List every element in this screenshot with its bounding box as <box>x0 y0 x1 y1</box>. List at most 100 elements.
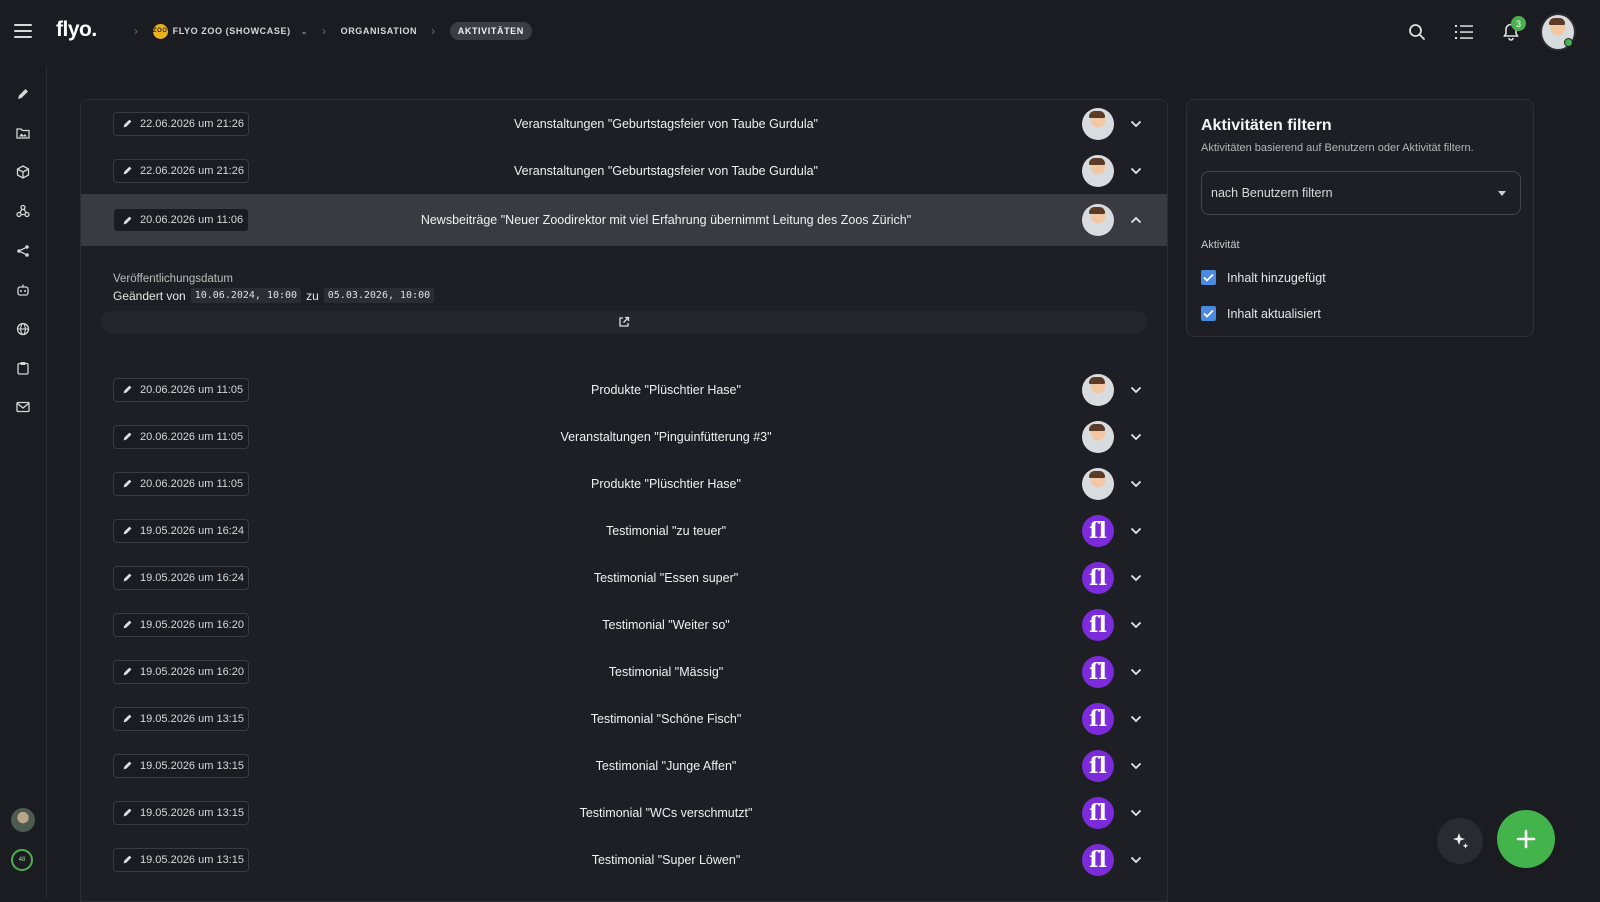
pencil-icon <box>122 572 133 583</box>
activity-row[interactable]: 19.05.2026 um 13:15 Testimonial "Junge Af… <box>81 742 1167 789</box>
chevron-down-icon[interactable] <box>1127 757 1145 775</box>
clipboard-icon[interactable] <box>14 359 32 377</box>
chevron-down-icon[interactable] <box>1127 475 1145 493</box>
external-link-icon <box>619 316 630 327</box>
activity-row[interactable]: 20.06.2026 um 11:05 Produkte "Plüschtier … <box>81 366 1167 413</box>
mail-icon[interactable] <box>14 398 32 416</box>
activity-date-chip: 20.06.2026 um 11:05 <box>113 377 249 402</box>
checkmark-icon[interactable] <box>1201 270 1216 285</box>
activity-row[interactable]: 19.05.2026 um 16:24 Testimonial "Essen su… <box>81 554 1167 601</box>
activity-row[interactable]: 22.06.2026 um 21:26 Veranstaltungen "Gebu… <box>81 147 1167 194</box>
activity-title: Testimonial "Essen super" <box>593 570 739 585</box>
checkbox-content-added[interactable]: Inhalt hinzugefügt <box>1201 270 1326 285</box>
breadcrumb: › ZOO FLYO ZOO (SHOWCASE) ⌄ › ORGANISATI… <box>120 22 532 40</box>
breadcrumb-organisation[interactable]: ORGANISATION <box>341 26 418 36</box>
activity-title: Testimonial "Junge Affen" <box>595 758 737 773</box>
activity-date-chip: 19.05.2026 um 13:15 <box>113 753 249 778</box>
activity-date-chip: 19.05.2026 um 13:15 <box>113 706 249 731</box>
user-avatar[interactable] <box>1540 13 1576 51</box>
sparkle-icon <box>1453 833 1469 849</box>
activity-date-chip: 20.06.2026 um 11:05 <box>113 471 249 496</box>
activity-row[interactable]: 19.05.2026 um 13:15 Testimonial "Schöne F… <box>81 695 1167 742</box>
chevron-down-icon[interactable] <box>1127 381 1145 399</box>
activity-row[interactable]: 22.06.2026 um 21:26 Veranstaltungen "Gebu… <box>81 100 1167 147</box>
add-button[interactable] <box>1497 810 1555 868</box>
activity-date: 19.05.2026 um 13:15 <box>140 853 244 866</box>
chevron-down-icon[interactable] <box>1127 851 1145 869</box>
user-avatar <box>1082 154 1114 187</box>
activity-date: 19.05.2026 um 16:24 <box>140 524 244 537</box>
chevron-down-icon[interactable] <box>1127 428 1145 446</box>
caret-down-icon <box>1498 191 1506 196</box>
flyo-user-avatar: ſl <box>1082 608 1114 641</box>
checkbox-content-updated[interactable]: Inhalt aktualisiert <box>1201 306 1321 321</box>
org-selector-label: FLYO ZOO (SHOWCASE) <box>172 26 291 36</box>
globe-icon[interactable] <box>14 320 32 338</box>
chevron-up-icon[interactable] <box>1127 211 1145 229</box>
pencil-icon <box>122 854 133 865</box>
share-icon[interactable] <box>14 242 32 260</box>
activity-date: 19.05.2026 um 13:15 <box>140 806 244 819</box>
activity-date-chip: 19.05.2026 um 16:24 <box>113 518 249 543</box>
ai-assistant-button[interactable] <box>1437 818 1483 864</box>
app-logo[interactable]: flyo. <box>56 18 97 42</box>
folder-image-icon[interactable] <box>14 124 32 142</box>
menu-icon[interactable] <box>14 24 32 38</box>
org-badge: ZOO <box>152 23 168 39</box>
chevron-down-icon[interactable] <box>1127 663 1145 681</box>
list-icon[interactable] <box>1446 14 1482 50</box>
activity-date-chip: 19.05.2026 um 13:15 <box>113 847 249 872</box>
pencil-icon[interactable] <box>14 85 32 103</box>
chevron-down-icon[interactable] <box>1127 115 1145 133</box>
webhook-icon[interactable] <box>14 202 32 220</box>
activity-row[interactable]: 20.06.2026 um 11:05 Produkte "Plüschtier … <box>81 460 1167 507</box>
user-avatar <box>1082 107 1114 140</box>
flyo-user-avatar: ſl <box>1082 749 1114 782</box>
activity-date: 19.05.2026 um 13:15 <box>140 759 244 772</box>
activity-list-panel: 22.06.2026 um 21:26 Veranstaltungen "Gebu… <box>80 99 1168 902</box>
activity-row[interactable]: 20.06.2026 um 11:05 Veranstaltungen "Ping… <box>81 413 1167 460</box>
activity-row[interactable]: 20.06.2026 um 11:06 Newsbeiträge "Neuer Z… <box>81 194 1167 246</box>
chevron-down-icon[interactable] <box>1127 804 1145 822</box>
checkmark-icon[interactable] <box>1201 306 1216 321</box>
activity-date: 19.05.2026 um 13:15 <box>140 712 244 725</box>
activity-row[interactable]: 19.05.2026 um 13:15 Testimonial "WCs vers… <box>81 789 1167 836</box>
chevron-down-icon[interactable] <box>1127 162 1145 180</box>
activity-row[interactable]: 19.05.2026 um 16:20 Testimonial "Weiter s… <box>81 601 1167 648</box>
activity-title: Produkte "Plüschtier Hase" <box>591 382 741 397</box>
flyo-user-avatar: ſl <box>1082 796 1114 829</box>
user-filter-select[interactable]: nach Benutzern filtern <box>1201 171 1521 215</box>
plus-icon <box>1516 829 1536 849</box>
activity-detail: Veröffentlichungsdatum Geändert von 10.06.… <box>81 246 1167 366</box>
chevron-down-icon[interactable] <box>1127 569 1145 587</box>
checkbox-label: Inhalt hinzugefügt <box>1227 270 1326 285</box>
robot-icon[interactable] <box>14 281 32 299</box>
chevron-down-icon[interactable] <box>1127 522 1145 540</box>
cube-icon[interactable] <box>14 163 32 181</box>
usage-progress-indicator[interactable]: 48 <box>11 849 33 871</box>
search-icon[interactable] <box>1399 14 1435 50</box>
activity-row[interactable]: 19.05.2026 um 16:20 Testimonial "Mässig" ſ… <box>81 648 1167 695</box>
activity-row[interactable]: 19.05.2026 um 16:24 Testimonial "zu teuer… <box>81 507 1167 554</box>
user-avatar <box>1082 373 1114 406</box>
detail-change: Geändert von 10.06.2024, 10:00 zu 05.03.202… <box>113 288 439 303</box>
activity-title: Veranstaltungen "Pinguinfütterung #3" <box>560 429 772 444</box>
open-content-button[interactable] <box>101 311 1147 333</box>
workspace-avatar[interactable] <box>11 808 35 832</box>
activity-title: Testimonial "Weiter so" <box>602 617 730 632</box>
pencil-icon <box>122 384 133 395</box>
chevron-down-icon[interactable] <box>1127 616 1145 634</box>
activity-date: 19.05.2026 um 16:24 <box>140 571 244 584</box>
bell-icon[interactable]: 3 <box>1493 14 1529 50</box>
org-selector[interactable]: ZOO FLYO ZOO (SHOWCASE) ⌄ <box>152 23 308 39</box>
online-status-dot <box>1564 38 1573 47</box>
activity-date: 20.06.2026 um 11:05 <box>140 430 244 443</box>
activity-title: Veranstaltungen "Geburtstagsfeier von Ta… <box>514 163 818 178</box>
notification-count-badge: 3 <box>1511 16 1526 31</box>
checkbox-label: Inhalt aktualisiert <box>1227 306 1321 321</box>
activity-row[interactable]: 19.05.2026 um 13:15 Testimonial "Super Lö… <box>81 836 1167 883</box>
chevron-down-icon[interactable] <box>1127 710 1145 728</box>
activity-date: 20.06.2026 um 11:05 <box>140 383 244 396</box>
activity-section-label: Aktivität <box>1201 239 1240 251</box>
flyo-user-avatar: ſl <box>1082 702 1114 735</box>
